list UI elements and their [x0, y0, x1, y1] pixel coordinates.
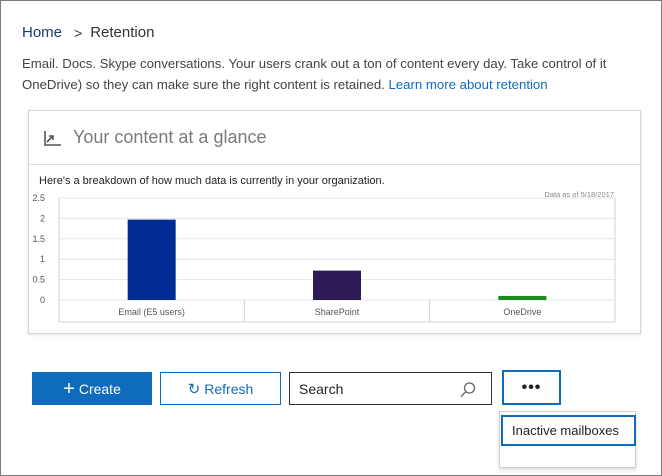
breadcrumb-current: Retention	[90, 24, 155, 41]
y-tick-label: 2	[40, 213, 45, 223]
y-tick-label: 0	[40, 295, 45, 305]
data-breakdown-chart: 2.5 2 1.5 1 0.5 0 Email (E5 users) SharePoint On…	[32, 193, 616, 323]
create-button[interactable]: + Create	[32, 372, 152, 405]
bar-onedrive	[498, 295, 547, 300]
x-tick-label: Email (E5 users)	[118, 307, 185, 317]
y-tick-label: 1.5	[32, 234, 45, 244]
create-button-label: Create	[78, 380, 121, 397]
card-title: Your content at a glance	[73, 127, 267, 147]
y-tick-label: 2.5	[32, 193, 45, 203]
search-input[interactable]	[290, 380, 450, 397]
content-glance-card: Your content at a glance Here's a breakd…	[28, 110, 641, 334]
breadcrumb-home-link[interactable]: Home	[22, 24, 62, 41]
refresh-icon: ↻	[187, 380, 201, 398]
refresh-button-label: Refresh	[204, 380, 254, 397]
y-tick-label: 0.5	[32, 275, 45, 285]
menu-item-inactive-mailboxes[interactable]: Inactive mailboxes	[501, 415, 636, 446]
card-subtitle: Here's a breakdown of how much data is c…	[39, 175, 385, 187]
chart-trend-icon	[44, 130, 61, 146]
y-tick-label: 1	[40, 254, 45, 264]
breadcrumb-separator: >	[74, 24, 83, 41]
intro-line-2-text: OneDrive) so they can make sure the righ…	[22, 77, 385, 92]
more-options-menu: Inactive mailboxes	[499, 411, 636, 468]
breadcrumb: Home > Retention	[22, 24, 154, 41]
refresh-button[interactable]: ↻ Refresh	[160, 372, 281, 405]
intro-line-2: OneDrive) so they can make sure the righ…	[22, 74, 662, 95]
intro-text: Email. Docs. Skype conversations. Your u…	[22, 53, 662, 95]
bar-sharepoint	[313, 270, 361, 300]
x-tick-label: SharePoint	[315, 307, 360, 317]
card-header: Your content at a glance	[29, 111, 640, 165]
bar-email-e5-users	[127, 219, 176, 300]
intro-line-1: Email. Docs. Skype conversations. Your u…	[22, 56, 607, 71]
learn-more-link[interactable]: Learn more about retention	[389, 77, 548, 92]
search-box	[289, 372, 492, 405]
plus-icon: +	[63, 377, 75, 400]
x-tick-label: OneDrive	[503, 307, 541, 317]
search-icon[interactable]	[459, 381, 477, 399]
more-options-button[interactable]: •••	[502, 370, 561, 405]
